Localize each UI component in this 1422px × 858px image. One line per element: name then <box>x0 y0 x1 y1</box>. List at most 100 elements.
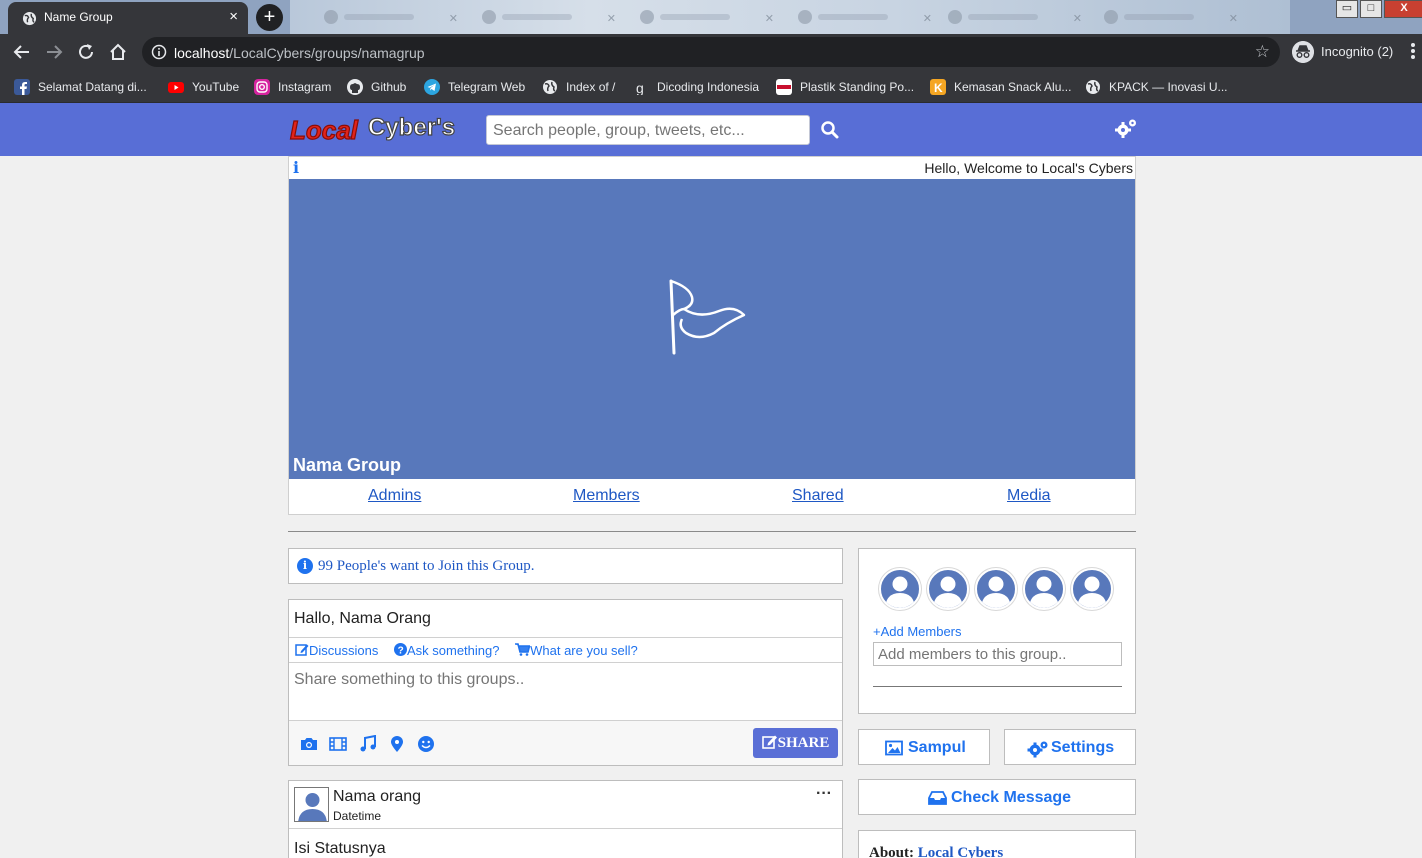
post-type-label: Ask something? <box>406 643 500 658</box>
site-logo[interactable]: Local Cyber's <box>288 109 478 149</box>
address-bar[interactable]: localhost/LocalCybers/groups/namagrup ☆ <box>142 37 1280 67</box>
member-avatar[interactable] <box>927 568 969 610</box>
facebook-icon <box>14 79 30 95</box>
avatar[interactable] <box>294 787 329 822</box>
minimize-button[interactable]: ▭ <box>1336 0 1358 18</box>
post-author[interactable]: Nama orang <box>333 788 421 806</box>
url-host: localhost <box>174 45 230 61</box>
background-tab[interactable]: ✕ <box>478 8 628 26</box>
home-icon[interactable] <box>108 42 128 62</box>
tab-media[interactable]: Media <box>1007 487 1051 505</box>
member-avatar[interactable] <box>1071 568 1113 610</box>
youtube-icon <box>168 82 184 93</box>
instagram-icon <box>254 79 270 95</box>
url-text[interactable]: localhost/LocalCybers/groups/namagrup <box>174 45 425 61</box>
user-silhouette-icon <box>295 788 328 821</box>
maximize-button[interactable]: □ <box>1360 0 1382 18</box>
welcome-bar: i Hello, Welcome to Local's Cybers <box>289 157 1135 179</box>
bookmark-label: YouTube <box>192 80 240 94</box>
post-type-label: Discussions <box>309 643 379 658</box>
post-type-discussions[interactable]: Discussions <box>295 643 388 658</box>
sampul-label: Sampul <box>908 739 966 756</box>
member-avatar[interactable] <box>975 568 1017 610</box>
bookmark-label: Index of / <box>566 80 616 94</box>
background-tab[interactable]: ✕ <box>636 8 786 26</box>
github-icon <box>347 79 363 95</box>
post-type-ask[interactable]: ? Ask something? <box>393 643 509 658</box>
tab-close-icon[interactable]: × <box>229 8 238 26</box>
member-avatar[interactable] <box>1023 568 1065 610</box>
incognito-icon <box>1292 41 1314 63</box>
svg-text:?: ? <box>398 646 404 657</box>
browser-tabstrip: ✕ ✕ ✕ ✕ ✕ ✕ Name Group × + ▭ □ X <box>0 0 1422 34</box>
gears-icon <box>1027 741 1048 758</box>
kemasan-icon: K <box>930 79 946 95</box>
film-icon[interactable] <box>329 735 347 753</box>
check-message-button[interactable]: Check Message <box>858 779 1136 815</box>
group-cover[interactable]: Nama Group <box>289 179 1135 479</box>
bookmark-star-icon[interactable]: ☆ <box>1255 42 1270 62</box>
camera-icon[interactable] <box>300 735 318 753</box>
more-options-icon[interactable]: ··· <box>816 785 832 803</box>
site-navbar: Local Cyber's Search people, group, twee… <box>0 103 1422 156</box>
url-path: /LocalCybers/groups/namagrup <box>229 45 425 61</box>
bookmark-label: Dicoding Indonesia <box>657 80 760 94</box>
post-datetime: Datetime <box>333 809 382 823</box>
bookmark-label: Kemasan Snack Alu... <box>954 80 1072 94</box>
post-type-sell[interactable]: What are you sell? <box>515 643 644 658</box>
back-icon[interactable] <box>12 42 32 62</box>
inbox-icon <box>928 791 947 805</box>
svg-text:g: g <box>636 80 644 95</box>
reload-icon[interactable] <box>76 42 96 62</box>
browser-menu-icon[interactable] <box>1411 43 1415 61</box>
join-requests-notice[interactable]: i 99 People's want to Join this Group. <box>288 548 843 584</box>
add-members-input[interactable]: Add members to this group.. <box>873 642 1122 666</box>
settings-gears-icon[interactable] <box>1114 117 1138 141</box>
welcome-text: Hello, Welcome to Local's Cybers <box>924 160 1133 176</box>
user-silhouette-icon <box>933 576 963 608</box>
globe-icon <box>22 11 37 26</box>
composer-toolbar: SHARE <box>289 721 842 765</box>
bookmarks-bar: Selamat Datang di... YouTube Instagram G… <box>0 70 1422 103</box>
share-label: SHARE <box>777 735 830 751</box>
incognito-label: Incognito (2) <box>1321 44 1394 59</box>
tab-title: Name Group <box>44 10 113 24</box>
share-textarea[interactable]: Share something to this groups.. <box>294 671 524 689</box>
tab-members[interactable]: Members <box>573 487 640 505</box>
forward-icon[interactable] <box>44 42 64 62</box>
search-icon[interactable] <box>820 120 840 140</box>
background-tab[interactable]: ✕ <box>1100 8 1250 26</box>
active-tab[interactable]: Name Group × <box>8 2 248 34</box>
sampul-button[interactable]: Sampul <box>858 729 990 765</box>
settings-button[interactable]: Settings <box>1004 729 1136 765</box>
search-input[interactable]: Search people, group, tweets, etc... <box>486 115 810 145</box>
music-icon[interactable] <box>359 735 377 753</box>
svg-text:K: K <box>934 81 943 95</box>
user-silhouette-icon <box>885 576 915 608</box>
new-tab-button[interactable]: + <box>256 4 283 31</box>
site-info-icon[interactable] <box>151 44 167 60</box>
share-button[interactable]: SHARE <box>753 728 838 758</box>
background-tab[interactable]: ✕ <box>320 8 470 26</box>
location-pin-icon[interactable] <box>388 735 406 753</box>
info-icon[interactable]: i <box>293 158 299 177</box>
user-silhouette-icon <box>1029 576 1059 608</box>
post-body: Isi Statusnya <box>294 840 386 857</box>
join-requests-text[interactable]: 99 People's want to Join this Group. <box>318 558 534 575</box>
member-avatar[interactable] <box>879 568 921 610</box>
post-type-selector: Discussions ? Ask something? What are you… <box>295 643 650 658</box>
check-message-label: Check Message <box>951 789 1072 806</box>
close-window-button[interactable]: X <box>1384 0 1422 18</box>
flag-icon <box>669 279 746 355</box>
tab-admins[interactable]: Admins <box>368 487 421 505</box>
background-tab[interactable]: ✕ <box>944 8 1094 26</box>
background-tab[interactable]: ✕ <box>794 8 944 26</box>
about-link[interactable]: Local Cybers <box>918 845 1003 858</box>
globe-icon <box>543 80 557 94</box>
tab-shared[interactable]: Shared <box>792 487 844 505</box>
bookmark-label: Selamat Datang di... <box>38 80 147 94</box>
telegram-icon <box>424 79 440 95</box>
smiley-icon[interactable] <box>417 735 435 753</box>
bookmark-label: Github <box>371 80 407 94</box>
add-members-link[interactable]: +Add Members <box>873 624 962 639</box>
